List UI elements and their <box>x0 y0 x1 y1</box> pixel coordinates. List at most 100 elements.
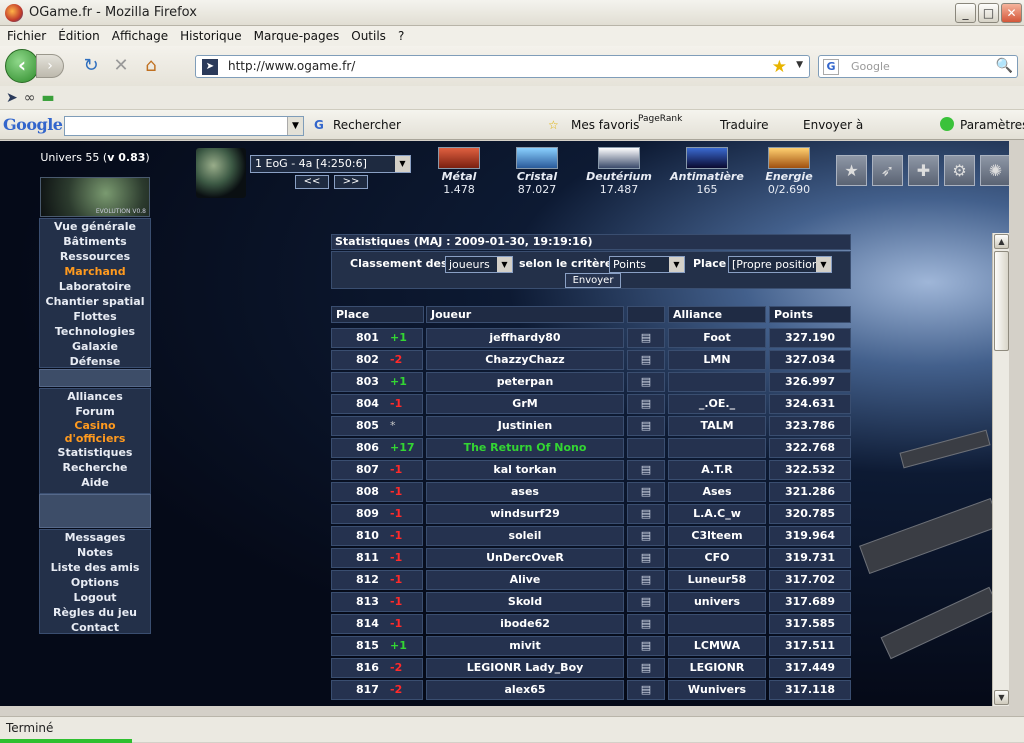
mes-favoris-button[interactable]: Mes favoris <box>571 118 639 132</box>
place-dropdown-icon[interactable]: ▼ <box>816 257 831 272</box>
alliance-name[interactable]: LCMWA <box>668 636 766 656</box>
alliance-name[interactable]: L.A.C_w <box>668 504 766 524</box>
message-icon[interactable]: ▤ <box>627 416 665 436</box>
planet-select[interactable]: 1 EoG - 4a [4:250:6] ▼ <box>250 155 411 173</box>
message-icon[interactable]: ▤ <box>627 504 665 524</box>
traduire-button[interactable]: Traduire <box>720 118 768 132</box>
menu-statistiques[interactable]: Statistiques <box>40 445 150 460</box>
player-name[interactable]: Skold <box>426 592 624 612</box>
envoyer-button[interactable]: Envoyer <box>565 273 621 288</box>
menu-logout[interactable]: Logout <box>40 590 150 605</box>
back-button[interactable]: ‹ <box>5 49 39 83</box>
menu-alliances[interactable]: Alliances <box>40 389 150 404</box>
menu-technologies[interactable]: Technologies <box>40 324 150 339</box>
alliance-name[interactable]: LMN <box>668 350 766 370</box>
player-name[interactable]: Justinien <box>426 416 624 436</box>
search-box[interactable]: G Google 🔍 <box>818 55 1018 78</box>
url-bar[interactable]: ➤ http://www.ogame.fr/ ★ ▼ <box>195 55 810 78</box>
message-icon[interactable]: ▤ <box>627 548 665 568</box>
google-logo[interactable]: Google <box>3 115 63 134</box>
alliance-name[interactable]: _.OE._ <box>668 394 766 414</box>
alliance-name[interactable]: Wunivers <box>668 680 766 700</box>
close-button[interactable]: ✕ <box>1001 3 1022 23</box>
maximize-button[interactable]: □ <box>978 3 999 23</box>
scroll-up-icon[interactable]: ▲ <box>994 234 1009 249</box>
message-icon[interactable]: ▤ <box>627 350 665 370</box>
message-icon[interactable]: ▤ <box>627 460 665 480</box>
menu-chantier-spatial[interactable]: Chantier spatial <box>40 294 150 309</box>
link-bookmark-icon[interactable]: ∞ <box>24 90 36 106</box>
player-name[interactable]: soleil <box>426 526 624 546</box>
menu-laboratoire[interactable]: Laboratoire <box>40 279 150 294</box>
google-engine-icon[interactable]: G <box>823 59 839 75</box>
alliance-name[interactable] <box>668 438 766 458</box>
menu-ressources[interactable]: Ressources <box>40 249 150 264</box>
menu-regles[interactable]: Règles du jeu <box>40 605 150 620</box>
player-name[interactable]: ChazzyChazz <box>426 350 624 370</box>
google-input-dropdown-icon[interactable]: ▼ <box>287 117 303 135</box>
menu-fichier[interactable]: Fichier <box>7 29 46 43</box>
player-name[interactable]: Alive <box>426 570 624 590</box>
message-icon[interactable]: ▤ <box>627 328 665 348</box>
menu-outils[interactable]: Outils <box>351 29 386 43</box>
next-planet-button[interactable]: >> <box>334 175 368 189</box>
menu-options[interactable]: Options <box>40 575 150 590</box>
menu-historique[interactable]: Historique <box>180 29 242 43</box>
menu-defense[interactable]: Défense <box>40 354 150 369</box>
menu-casino[interactable]: Casino <box>40 419 150 432</box>
message-icon[interactable]: ▤ <box>627 526 665 546</box>
player-name[interactable]: UnDercOveR <box>426 548 624 568</box>
classement-dropdown-icon[interactable]: ▼ <box>497 257 512 272</box>
alliance-name[interactable]: C3lteem <box>668 526 766 546</box>
alliance-name[interactable] <box>668 372 766 392</box>
menu-notes[interactable]: Notes <box>40 545 150 560</box>
menu-galaxie[interactable]: Galaxie <box>40 339 150 354</box>
player-name[interactable]: kal torkan <box>426 460 624 480</box>
alliance-name[interactable]: A.T.R <box>668 460 766 480</box>
player-name[interactable]: LEGIONR Lady_Boy <box>426 658 624 678</box>
menu-vue-generale[interactable]: Vue générale <box>40 219 150 234</box>
message-icon[interactable]: ▤ <box>627 680 665 700</box>
url-dropdown-icon[interactable]: ▼ <box>796 60 803 70</box>
message-icon[interactable]: ▤ <box>627 482 665 502</box>
player-name[interactable]: ibode62 <box>426 614 624 634</box>
menu-marque-pages[interactable]: Marque-pages <box>254 29 340 43</box>
menu-marchand[interactable]: Marchand <box>40 264 150 279</box>
envoyer-a-button[interactable]: Envoyer à <box>803 118 863 132</box>
message-icon[interactable]: ▤ <box>627 592 665 612</box>
menu-flottes[interactable]: Flottes <box>40 309 150 324</box>
prev-planet-button[interactable]: << <box>295 175 329 189</box>
alliance-name[interactable]: CFO <box>668 548 766 568</box>
message-icon[interactable]: ▤ <box>627 372 665 392</box>
search-icon[interactable]: 🔍 <box>996 58 1013 74</box>
alliance-name[interactable]: Ases <box>668 482 766 502</box>
alliance-name[interactable] <box>668 614 766 634</box>
player-name[interactable]: ases <box>426 482 624 502</box>
message-icon[interactable]: ▤ <box>627 570 665 590</box>
player-name[interactable]: GrM <box>426 394 624 414</box>
alliance-name[interactable]: LEGIONR <box>668 658 766 678</box>
page-scrollbar[interactable]: ▲ ▼ <box>992 233 1009 706</box>
player-name[interactable]: jeffhardy80 <box>426 328 624 348</box>
alliance-name[interactable]: Foot <box>668 328 766 348</box>
technocrat-officer-icon[interactable]: ✺ <box>980 155 1009 186</box>
place-select[interactable]: [Propre position] ▼ <box>728 256 832 273</box>
google-toolbar-input[interactable]: ▼ <box>64 116 304 136</box>
player-name[interactable]: mivit <box>426 636 624 656</box>
menu-aide-jeu[interactable]: Aide <box>40 475 150 490</box>
commander-officer-icon[interactable]: ★ <box>836 155 867 186</box>
reload-icon[interactable]: ↻ <box>80 55 102 77</box>
home-icon[interactable]: ⌂ <box>140 55 162 77</box>
message-icon[interactable]: ▤ <box>627 394 665 414</box>
alliance-name[interactable]: Luneur58 <box>668 570 766 590</box>
player-name[interactable]: The Return Of Nono <box>426 438 624 458</box>
minimize-button[interactable]: _ <box>955 3 976 23</box>
message-icon[interactable]: ▤ <box>627 614 665 634</box>
bookmark-star-icon[interactable]: ★ <box>772 57 787 77</box>
alliance-name[interactable]: univers <box>668 592 766 612</box>
menu-contact[interactable]: Contact <box>40 620 150 635</box>
player-name[interactable]: peterpan <box>426 372 624 392</box>
menu-edition[interactable]: Édition <box>58 29 100 43</box>
menu-messages[interactable]: Messages <box>40 530 150 545</box>
menu-affichage[interactable]: Affichage <box>112 29 168 43</box>
